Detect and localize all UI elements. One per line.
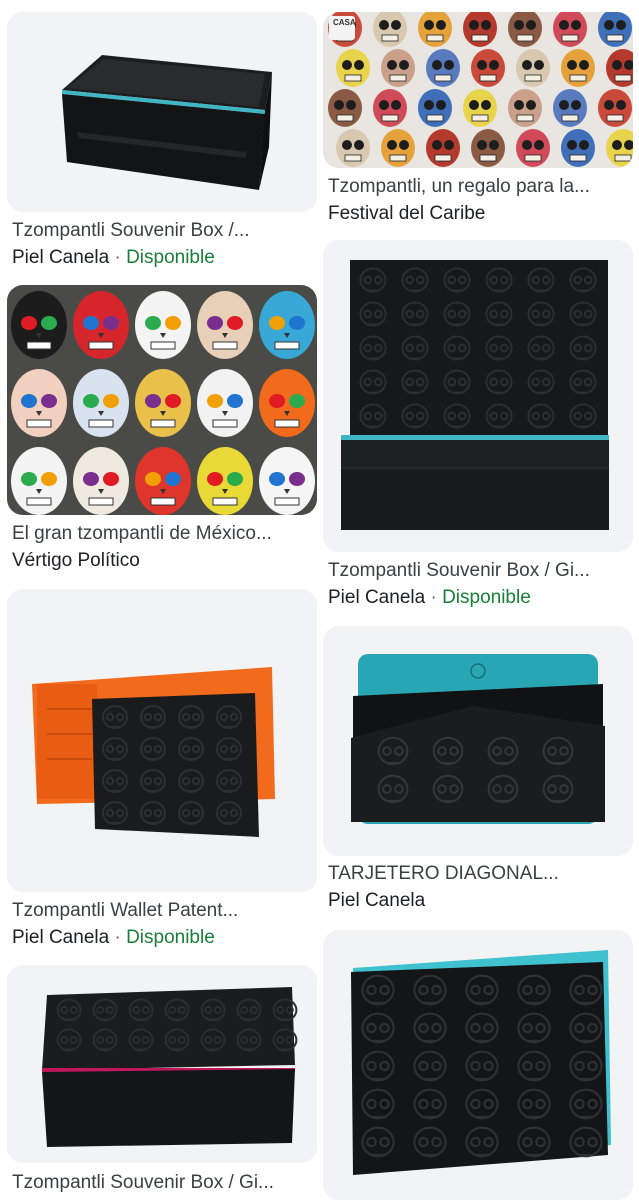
result-image-4[interactable]	[7, 589, 317, 892]
source-name: Piel Canela	[328, 587, 426, 608]
result-image-3[interactable]	[323, 240, 633, 552]
source-name: Piel Canela	[12, 927, 110, 948]
card-holder-image	[323, 626, 633, 856]
pink-trim-box-image	[7, 965, 317, 1163]
painted-skulls-wall-image	[323, 12, 633, 168]
result-image-1[interactable]: CASA	[323, 12, 633, 168]
casa-watermark: CASA	[333, 18, 356, 27]
result-image-0[interactable]	[7, 12, 317, 212]
result-title-3[interactable]: Tzompantli Souvenir Box / Gi...	[328, 560, 628, 582]
result-source-5: Piel Canela	[328, 890, 426, 911]
result-image-6[interactable]	[7, 965, 317, 1163]
result-source-2: Vértigo Político	[12, 550, 140, 571]
result-image-7[interactable]	[323, 930, 633, 1200]
separator-dot: ·	[114, 247, 121, 268]
result-title-0[interactable]: Tzompantli Souvenir Box /...	[12, 220, 312, 242]
embossed-wallet-teal-image	[323, 930, 633, 1200]
sugar-skulls-image	[7, 285, 317, 515]
result-title-4[interactable]: Tzompantli Wallet Patent...	[12, 900, 312, 922]
patent-box-image	[7, 12, 317, 212]
embossed-box-open-image	[323, 240, 633, 552]
result-source-3: Piel Canela · Disponible	[328, 587, 531, 609]
result-source-1: Festival del Caribe	[328, 203, 486, 224]
result-title-5[interactable]: TARJETERO DIAGONAL...	[328, 863, 628, 885]
separator-dot: ·	[114, 927, 121, 948]
result-image-5[interactable]	[323, 626, 633, 856]
result-title-1[interactable]: Tzompantli, un regalo para la...	[328, 176, 628, 198]
result-title-6[interactable]: Tzompantli Souvenir Box / Gi...	[12, 1172, 312, 1194]
availability-badge: Disponible	[442, 587, 531, 608]
result-source-0: Piel Canela · Disponible	[12, 247, 215, 269]
result-source-4: Piel Canela · Disponible	[12, 927, 215, 949]
separator-dot: ·	[430, 587, 437, 608]
result-title-2[interactable]: El gran tzompantli de México...	[12, 523, 312, 545]
result-image-2[interactable]	[7, 285, 317, 515]
availability-badge: Disponible	[126, 927, 215, 948]
wallet-orange-image	[7, 589, 317, 892]
availability-badge: Disponible	[126, 247, 215, 268]
source-name: Piel Canela	[12, 247, 110, 268]
